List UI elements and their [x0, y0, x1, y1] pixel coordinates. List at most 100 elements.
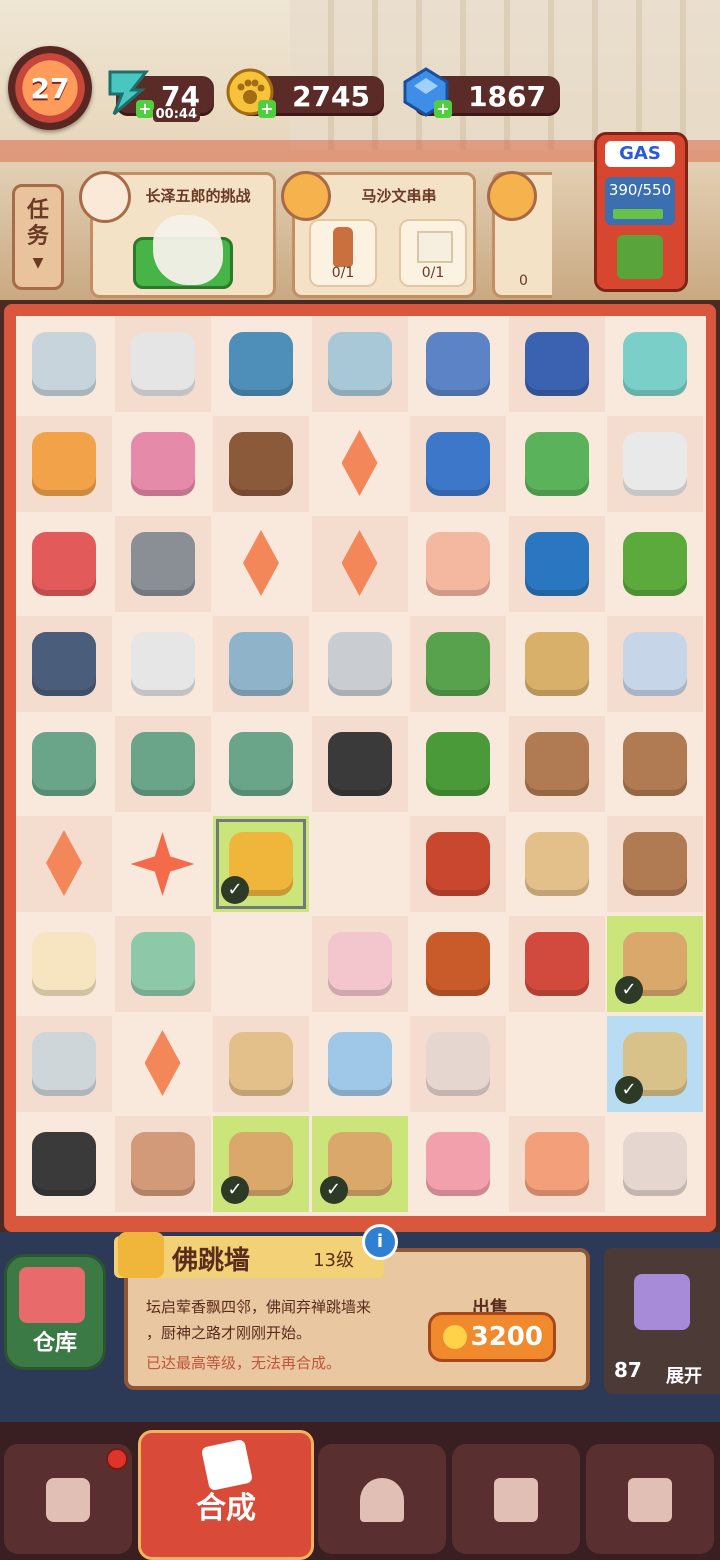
- board-cell[interactable]: [16, 416, 112, 512]
- board-cell[interactable]: ✓: [213, 1116, 309, 1212]
- board-cell[interactable]: [213, 1016, 309, 1112]
- spice-rack-icon: [524, 732, 589, 796]
- gems-value: 1867: [468, 79, 546, 113]
- board-cell[interactable]: [410, 1016, 506, 1112]
- board-cell[interactable]: [16, 1116, 112, 1212]
- board-cell[interactable]: [509, 1016, 605, 1112]
- board-cell[interactable]: [607, 716, 703, 812]
- board-cell[interactable]: [607, 316, 703, 412]
- nav-map[interactable]: [452, 1444, 580, 1554]
- board-cell[interactable]: [311, 316, 408, 412]
- board-cell[interactable]: [312, 1016, 408, 1112]
- jigsaw-picture-icon: [327, 332, 392, 396]
- coin-counter[interactable]: + 2745: [226, 68, 384, 118]
- board-cell[interactable]: [114, 316, 211, 412]
- expand-button[interactable]: 展开: [666, 1362, 702, 1388]
- board-cell[interactable]: [115, 1016, 211, 1112]
- board-cell[interactable]: [508, 716, 605, 812]
- check-icon: ✓: [221, 876, 249, 904]
- board-cell[interactable]: [312, 416, 408, 512]
- board-cell[interactable]: [114, 1116, 211, 1212]
- quest-card-challenge[interactable]: 长泽五郎的挑战: [79, 171, 276, 298]
- board-cell[interactable]: [213, 416, 309, 512]
- fridge-icon: [327, 632, 392, 696]
- nav-merge[interactable]: 合成: [138, 1430, 314, 1560]
- board-cell[interactable]: [312, 616, 408, 712]
- board-grid: ✓ ✓ ✓ ✓ ✓: [16, 316, 706, 1216]
- add-gems-button[interactable]: +: [434, 100, 452, 118]
- board-cell[interactable]: [508, 1116, 605, 1212]
- board-cell[interactable]: [410, 1116, 506, 1212]
- board-cell[interactable]: [115, 416, 211, 512]
- board-cell[interactable]: [311, 716, 408, 812]
- orange-gem-icon: [144, 1030, 181, 1096]
- board-cell[interactable]: [607, 416, 703, 512]
- board-cell[interactable]: [213, 316, 309, 412]
- level-badge[interactable]: 27: [8, 46, 92, 130]
- board-cell[interactable]: [509, 816, 605, 912]
- board-cell[interactable]: [508, 916, 605, 1012]
- board-cell[interactable]: [509, 416, 605, 512]
- board-cell[interactable]: ✓: [607, 1016, 703, 1112]
- sell-button[interactable]: 3200: [428, 1312, 556, 1362]
- nav-bus[interactable]: [586, 1444, 714, 1554]
- board-cell[interactable]: [213, 716, 309, 812]
- board-cell[interactable]: [311, 516, 408, 612]
- board-cell[interactable]: [213, 916, 309, 1012]
- board-cell[interactable]: [311, 916, 408, 1012]
- board-cell[interactable]: [16, 1016, 112, 1112]
- nav-merge-label: 合成: [196, 1491, 256, 1526]
- board-cell[interactable]: [16, 516, 112, 612]
- board-cell[interactable]: [508, 516, 605, 612]
- board-cell[interactable]: [508, 316, 605, 412]
- board-cell[interactable]: [509, 616, 605, 712]
- item-description-line: 坛启荤香飘四邻，佛闻弃禅跳墙来: [146, 1298, 372, 1316]
- info-icon[interactable]: i: [362, 1224, 398, 1260]
- board-cell[interactable]: [16, 716, 112, 812]
- board-cell[interactable]: [410, 716, 506, 812]
- add-coins-button[interactable]: +: [258, 100, 276, 118]
- board-cell[interactable]: [410, 816, 506, 912]
- board-cell[interactable]: [16, 316, 112, 412]
- board-cell[interactable]: [114, 716, 211, 812]
- bottle-icon: [333, 227, 353, 267]
- board-cell[interactable]: [114, 516, 211, 612]
- board-cell[interactable]: [16, 616, 112, 712]
- board-cell[interactable]: [213, 516, 309, 612]
- quest-slot-count: 0/1: [421, 265, 445, 281]
- board-cell[interactable]: [16, 816, 112, 912]
- ruler-icon: [130, 932, 195, 996]
- board-cell[interactable]: [607, 816, 703, 912]
- board-cell[interactable]: [213, 616, 309, 712]
- board-cell[interactable]: [115, 816, 211, 912]
- chest-panel[interactable]: 87 展开: [604, 1248, 720, 1394]
- gem-counter[interactable]: + 1867: [403, 67, 560, 118]
- skewer-card-icon: [32, 432, 96, 496]
- rice-cooker-icon: [32, 732, 96, 796]
- board-cell[interactable]: [114, 916, 211, 1012]
- quest-card-skewers[interactable]: 马沙文串串 0/1 0/1: [281, 171, 476, 298]
- board-cell[interactable]: ✓: [311, 1116, 408, 1212]
- energy-counter[interactable]: + 74 00:44: [108, 70, 214, 122]
- board-cell[interactable]: ✓: [607, 916, 703, 1012]
- board-cell[interactable]: [410, 416, 506, 512]
- quest-card-partial[interactable]: 0: [487, 171, 552, 298]
- storage-button[interactable]: 仓库: [4, 1254, 106, 1370]
- check-icon: ✓: [319, 1176, 348, 1204]
- board-cell[interactable]: [410, 616, 506, 712]
- add-energy-button[interactable]: +: [136, 100, 154, 118]
- board-cell[interactable]: [607, 1116, 703, 1212]
- board-cell[interactable]: ✓: [213, 816, 309, 912]
- task-tab[interactable]: 任 务 ▼: [12, 184, 64, 290]
- board-cell[interactable]: [410, 916, 506, 1012]
- nav-restaurant[interactable]: [318, 1444, 446, 1554]
- board-cell[interactable]: [16, 916, 112, 1012]
- board-cell[interactable]: [607, 616, 703, 712]
- board-cell[interactable]: [410, 516, 506, 612]
- board-cell[interactable]: [115, 616, 211, 712]
- gas-pump[interactable]: GAS 390/550: [594, 132, 688, 292]
- board-cell[interactable]: [410, 316, 506, 412]
- stopwatch-icon: [32, 332, 96, 396]
- board-cell[interactable]: [312, 816, 408, 912]
- board-cell[interactable]: [607, 516, 703, 612]
